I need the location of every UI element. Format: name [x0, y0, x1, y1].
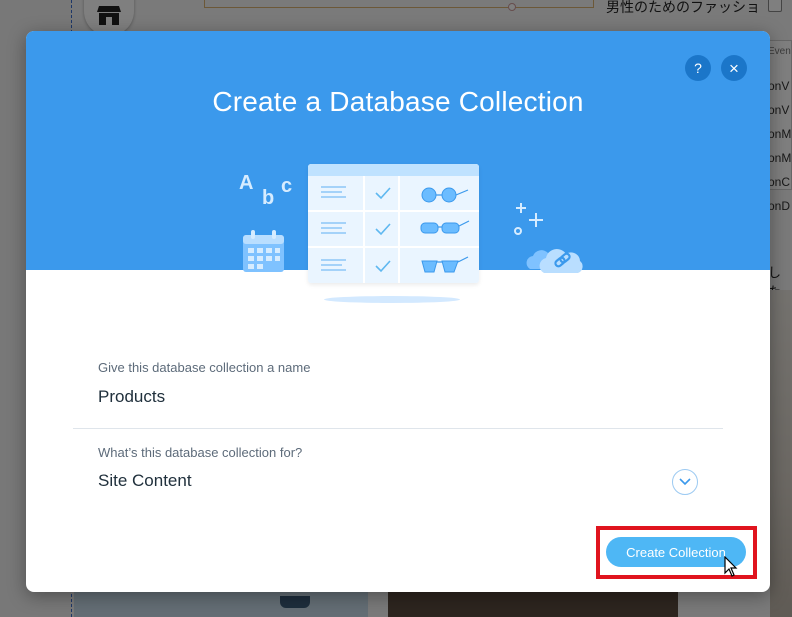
table-rows-graphic — [321, 186, 470, 273]
letter-b: b — [262, 187, 275, 209]
purpose-field-label: What’s this database collection for? — [98, 445, 303, 460]
help-button[interactable]: ? — [685, 55, 711, 81]
name-field-label: Give this database collection a name — [98, 360, 311, 375]
field-divider — [73, 428, 723, 429]
letter-c: c — [281, 175, 293, 197]
table-graphic — [308, 164, 479, 283]
chevron-down-icon — [679, 478, 691, 486]
database-illustration: A b c — [226, 161, 586, 311]
close-icon: × — [729, 58, 739, 78]
illustration-shadow — [324, 296, 460, 303]
close-button[interactable]: × — [721, 55, 747, 81]
plus-sparkle-icon — [514, 203, 543, 235]
collection-purpose-select[interactable]: Site Content — [98, 471, 192, 491]
calendar-icon — [243, 230, 284, 272]
letter-a: A — [239, 172, 254, 194]
cursor-icon — [724, 556, 738, 577]
dialog-title: Create a Database Collection — [212, 86, 584, 117]
purpose-dropdown-toggle[interactable] — [672, 469, 698, 495]
help-icon: ? — [694, 60, 702, 76]
create-collection-dialog: Create a Database Collection ? × A b c G… — [26, 31, 770, 592]
cloud-link-icon — [526, 249, 583, 273]
collection-name-input[interactable]: Products — [98, 387, 165, 407]
